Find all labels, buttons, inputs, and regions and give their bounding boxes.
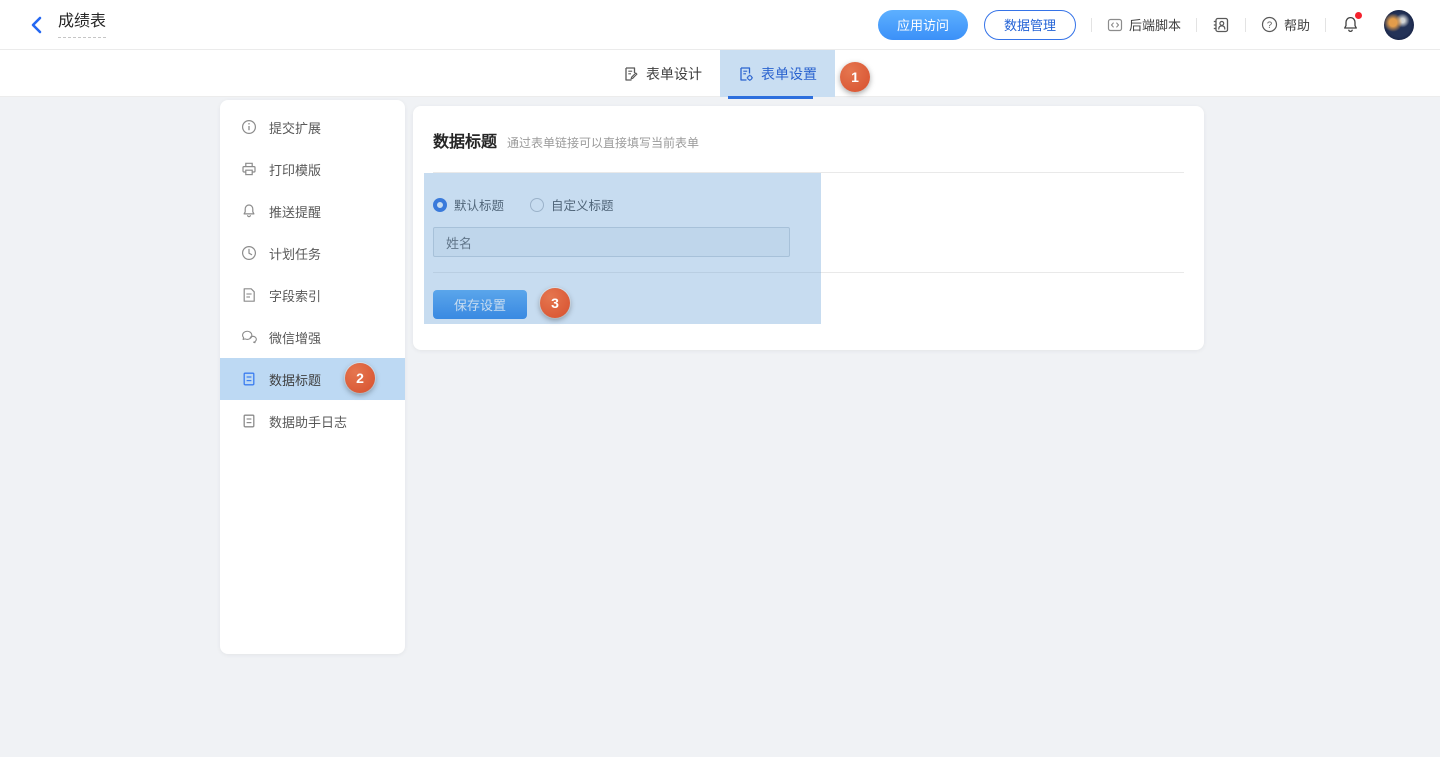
settings-sidebar: 提交扩展 打印模版 推送提醒 计划任务 字段索引 微信增强 数据标题: [220, 100, 405, 654]
divider: [1325, 18, 1326, 32]
sidebar-item-submit-extension[interactable]: 提交扩展: [220, 106, 405, 148]
sidebar-item-label: 推送提醒: [269, 202, 321, 221]
sidebar-item-scheduled-tasks[interactable]: 计划任务: [220, 232, 405, 274]
sidebar-item-print-template[interactable]: 打印模版: [220, 148, 405, 190]
form-tabbar: 表单设计 表单设置: [0, 50, 1440, 97]
notification-dot: [1355, 12, 1362, 19]
tab-label: 表单设置: [761, 64, 817, 84]
save-settings-button[interactable]: 保存设置: [433, 290, 527, 319]
contacts-book-button[interactable]: [1212, 16, 1230, 34]
backend-script-label: 后端脚本: [1129, 15, 1181, 34]
sidebar-item-push-reminder[interactable]: 推送提醒: [220, 190, 405, 232]
active-tab-underline: [728, 96, 813, 99]
notifications-button[interactable]: [1341, 15, 1360, 34]
tabs-group: 表单设计 表单设置: [605, 50, 835, 97]
form-design-icon: [623, 66, 639, 82]
code-icon: [1107, 17, 1123, 33]
radio-custom-title[interactable]: 自定义标题: [530, 195, 614, 214]
help-label: 帮助: [1284, 15, 1310, 34]
page-title[interactable]: 成绩表: [58, 12, 106, 38]
sidebar-item-data-title[interactable]: 数据标题: [220, 358, 405, 400]
chevron-left-icon: [29, 16, 45, 34]
avatar[interactable]: [1384, 10, 1414, 40]
question-circle-icon: ?: [1261, 16, 1278, 33]
radio-selected-icon: [433, 198, 447, 212]
wechat-icon: [241, 329, 257, 345]
radio-label: 自定义标题: [551, 195, 614, 214]
app-access-button[interactable]: 应用访问: [878, 10, 968, 40]
top-header: 成绩表 应用访问 数据管理 后端脚本 ? 帮助: [0, 0, 1440, 50]
sidebar-item-label: 字段索引: [269, 286, 321, 305]
form-settings-icon: [738, 66, 754, 82]
backend-script-button[interactable]: 后端脚本: [1107, 15, 1181, 34]
sidebar-item-label: 提交扩展: [269, 118, 321, 137]
panel-header: 数据标题 通过表单链接可以直接填写当前表单: [433, 106, 1184, 152]
sidebar-item-label: 数据标题: [269, 370, 321, 389]
list-doc-icon: [241, 371, 257, 387]
title-field-input[interactable]: [433, 227, 790, 257]
svg-text:?: ?: [1267, 20, 1272, 31]
panel-subtitle: 通过表单链接可以直接填写当前表单: [507, 134, 699, 151]
annotation-badge-3: 3: [540, 288, 570, 318]
sidebar-item-data-assistant-log[interactable]: 数据助手日志: [220, 400, 405, 442]
help-button[interactable]: ? 帮助: [1261, 15, 1310, 34]
bell-icon: [241, 203, 257, 219]
title-mode-radio-group: 默认标题 自定义标题: [433, 195, 614, 214]
radio-label: 默认标题: [454, 195, 504, 214]
panel-title: 数据标题: [433, 128, 497, 152]
sidebar-item-label: 微信增强: [269, 328, 321, 347]
contacts-book-icon: [1212, 16, 1230, 34]
header-actions: 应用访问 数据管理 后端脚本 ? 帮助: [878, 10, 1414, 40]
sidebar-item-label: 数据助手日志: [269, 412, 347, 431]
annotation-badge-2: 2: [345, 363, 375, 393]
tab-form-settings[interactable]: 表单设置: [720, 50, 835, 97]
radio-default-title[interactable]: 默认标题: [433, 195, 504, 214]
sidebar-item-label: 打印模版: [269, 160, 321, 179]
document-icon: [241, 287, 257, 303]
data-title-panel: 数据标题 通过表单链接可以直接填写当前表单 默认标题 自定义标题 保存设置: [413, 106, 1204, 350]
sidebar-item-wechat-enhance[interactable]: 微信增强: [220, 316, 405, 358]
printer-icon: [241, 161, 257, 177]
list-doc-icon: [241, 413, 257, 429]
tab-form-design[interactable]: 表单设计: [605, 50, 720, 97]
data-manage-button[interactable]: 数据管理: [984, 10, 1076, 40]
divider: [1091, 18, 1092, 32]
sidebar-item-label: 计划任务: [269, 244, 321, 263]
back-button[interactable]: [26, 14, 48, 36]
divider: [1245, 18, 1246, 32]
radio-unselected-icon: [530, 198, 544, 212]
divider: [433, 172, 1184, 173]
info-circle-icon: [241, 119, 257, 135]
divider: [1196, 18, 1197, 32]
annotation-badge-1: 1: [840, 62, 870, 92]
divider: [433, 272, 1184, 273]
tab-label: 表单设计: [646, 64, 702, 84]
clock-icon: [241, 245, 257, 261]
sidebar-item-field-index[interactable]: 字段索引: [220, 274, 405, 316]
